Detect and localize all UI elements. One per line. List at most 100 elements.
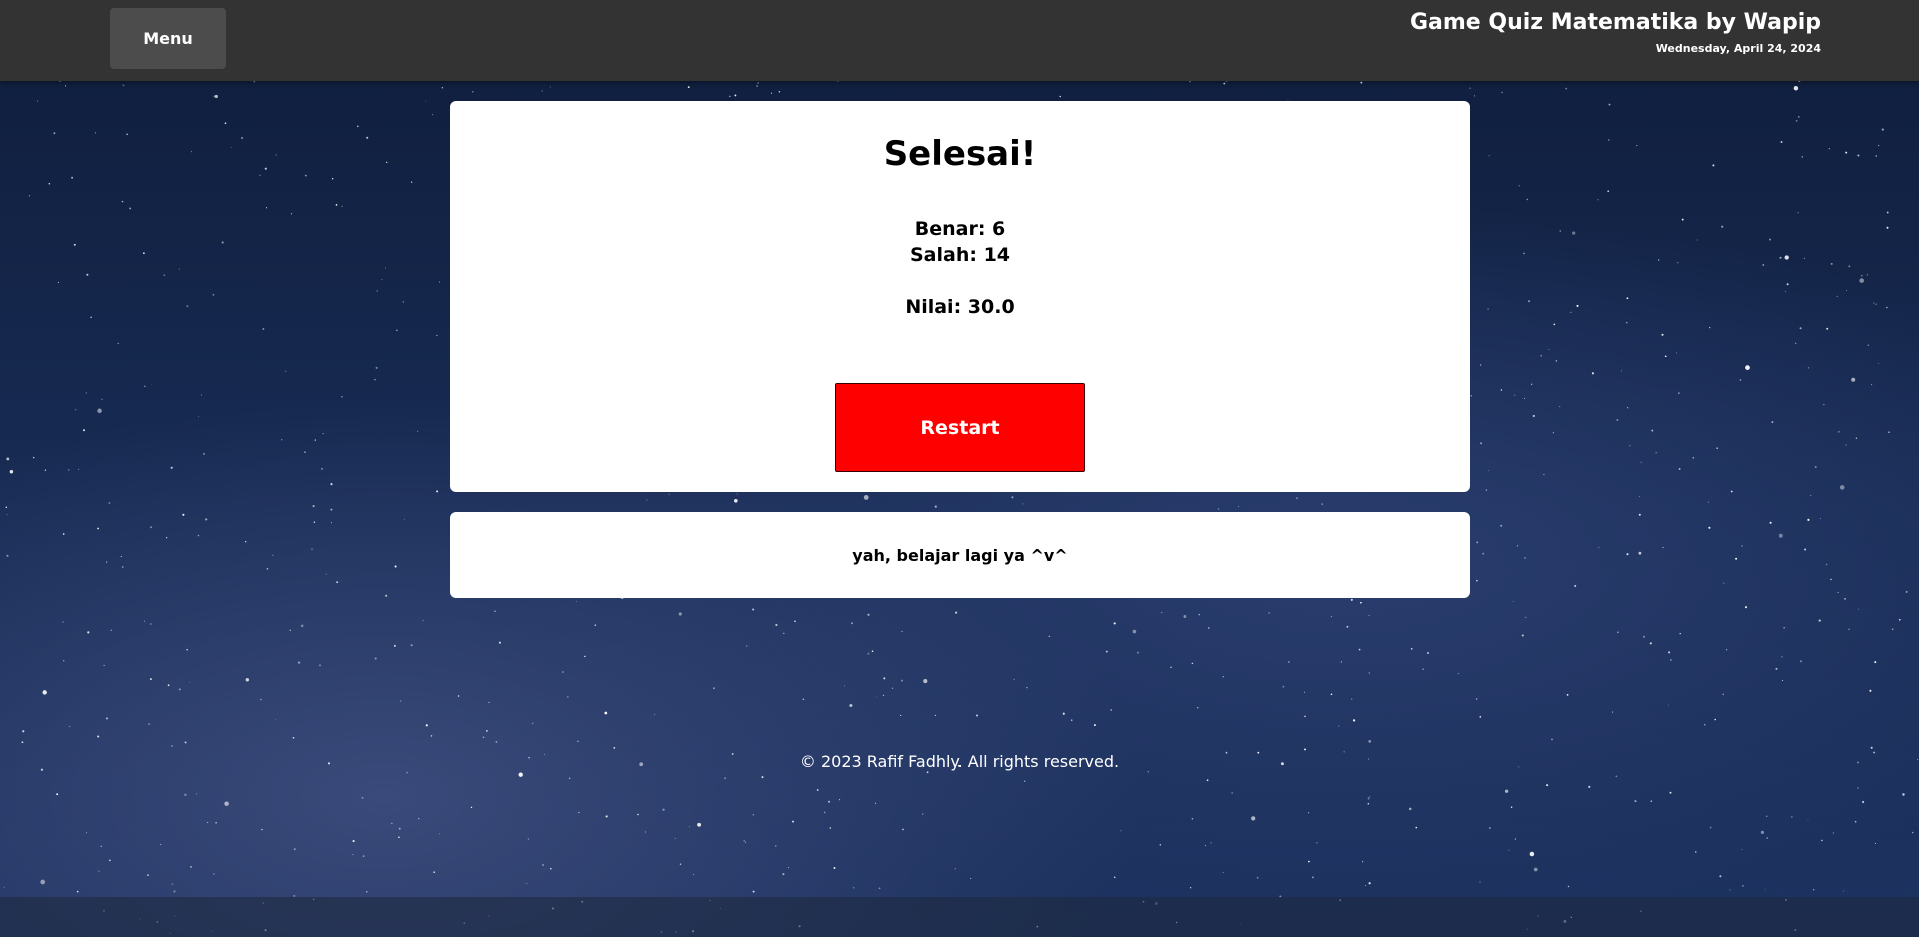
star-dot (921, 813, 924, 815)
star-dot (1330, 693, 1333, 696)
star-dot (259, 174, 261, 176)
star-dot (147, 874, 149, 877)
star-dot (1368, 672, 1370, 674)
star-dot (1013, 678, 1015, 680)
menu-button[interactable]: Menu (110, 8, 226, 69)
star-dot (1474, 95, 1475, 97)
star-dot (802, 698, 805, 700)
star-dot (1807, 518, 1810, 521)
star-dot (297, 661, 301, 664)
restart-button[interactable]: Restart (835, 383, 1085, 472)
star-dot (150, 623, 152, 625)
star-dot (117, 342, 119, 345)
star-dot (6, 514, 8, 516)
star-dot (1553, 323, 1556, 326)
star-dot (361, 796, 364, 799)
star-dot (376, 290, 378, 292)
star-dot (1475, 698, 1478, 700)
star-dot (549, 867, 552, 870)
star-dot (1649, 642, 1652, 645)
star-dot (1823, 404, 1825, 406)
star-dot (1566, 694, 1569, 696)
star-dot (577, 740, 579, 743)
star-dot (1330, 615, 1333, 618)
star-dot (1708, 526, 1711, 529)
star-dot (697, 822, 702, 827)
star-dot (417, 430, 419, 432)
star-dot (844, 685, 846, 687)
star-dot (1523, 397, 1525, 399)
bottom-strip (0, 897, 1919, 937)
star-dot (1855, 437, 1858, 439)
star-dot (485, 729, 488, 732)
star-dot (1531, 383, 1533, 385)
star-dot (926, 771, 929, 774)
star-dot (1791, 816, 1793, 818)
star-dot (196, 793, 198, 795)
star-dot (578, 812, 580, 814)
star-dot (1845, 151, 1848, 154)
star-dot (471, 90, 474, 93)
star-dot (1902, 793, 1905, 796)
star-dot (1222, 676, 1224, 678)
star-dot (1189, 887, 1192, 889)
star-dot (1022, 503, 1024, 505)
star-dot (1367, 802, 1370, 805)
star-dot (100, 845, 102, 847)
star-dot (441, 86, 444, 89)
star-dot (692, 873, 695, 876)
star-dot (1198, 614, 1200, 616)
star-dot (1555, 360, 1558, 362)
star-dot (6, 554, 9, 557)
star-dot (568, 777, 571, 780)
star-dot (381, 279, 383, 281)
star-dot (1857, 787, 1859, 789)
star-dot (1629, 445, 1631, 447)
star-dot (151, 384, 153, 386)
star-dot (404, 518, 405, 520)
star-dot (245, 678, 250, 682)
star-dot (1427, 652, 1429, 654)
star-dot (482, 736, 485, 739)
star-dot (5, 506, 8, 509)
star-dot (1859, 278, 1865, 283)
star-dot (362, 855, 365, 857)
star-dot (863, 495, 869, 500)
star-dot (1843, 890, 1845, 892)
star-dot (197, 534, 200, 537)
star-dot (1422, 668, 1424, 670)
star-dot (1655, 452, 1657, 454)
star-dot (457, 695, 460, 697)
star-dot (3, 886, 5, 888)
star-dot (1818, 619, 1821, 622)
star-dot (902, 828, 904, 831)
star-dot (756, 85, 759, 87)
star-dot (1764, 888, 1766, 890)
star-dot (1782, 679, 1783, 681)
star-dot (1803, 257, 1806, 260)
star-dot (422, 619, 424, 622)
star-dot (37, 100, 39, 102)
star-dot (1838, 431, 1840, 433)
star-dot (1540, 354, 1543, 357)
star-dot (78, 468, 80, 470)
star-dot (352, 854, 354, 856)
star-dot (148, 723, 151, 726)
star-dot (1487, 308, 1489, 310)
star-dot (733, 498, 738, 503)
star-dot (314, 439, 316, 441)
star-dot (853, 887, 855, 889)
star-dot (186, 649, 188, 651)
star-dot (436, 334, 438, 336)
star-dot (198, 416, 199, 417)
star-dot (729, 95, 731, 98)
star-dot (1410, 648, 1413, 650)
star-dot (526, 883, 528, 885)
star-dot (1011, 496, 1014, 499)
star-dot (470, 806, 473, 809)
star-dot (1340, 661, 1343, 663)
star-dot (1231, 792, 1233, 794)
star-dot (1368, 614, 1370, 617)
star-dot (214, 94, 218, 99)
star-dot (178, 268, 180, 270)
